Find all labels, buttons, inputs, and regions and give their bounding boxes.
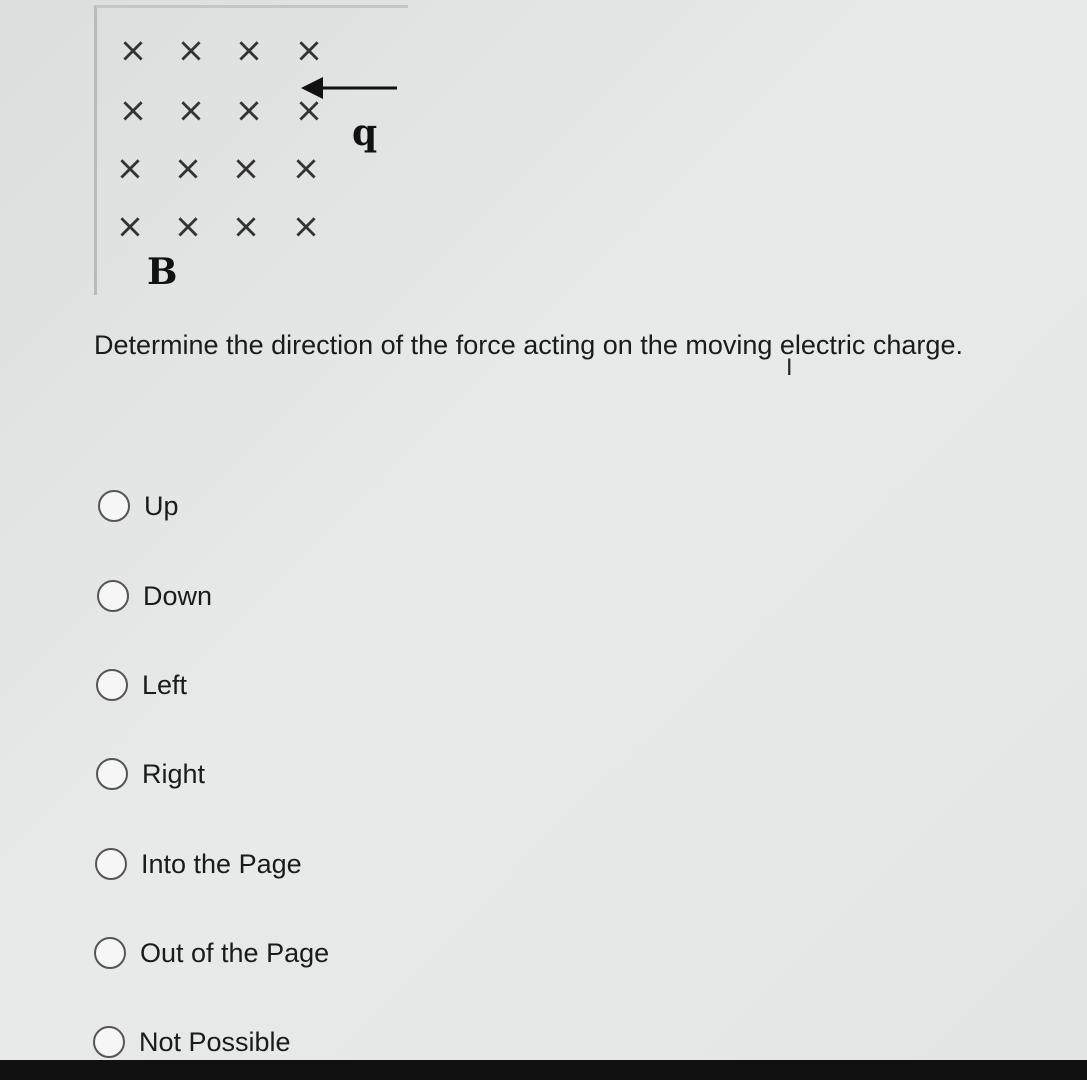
magnetic-field-diagram: × × × × × × × × × × × × × × × × q B xyxy=(94,5,408,295)
option-not-possible[interactable]: Not Possible xyxy=(93,1026,291,1058)
option-label: Right xyxy=(142,758,206,789)
field-cross: × xyxy=(174,207,203,247)
radio-button[interactable] xyxy=(93,1026,125,1058)
radio-button[interactable] xyxy=(94,937,126,969)
option-left[interactable]: Left xyxy=(96,669,187,701)
field-cross: × xyxy=(235,31,264,71)
option-label: Left xyxy=(142,669,188,700)
field-cross: × xyxy=(295,31,324,71)
option-up[interactable]: Up xyxy=(98,490,179,522)
field-cross: × xyxy=(174,149,203,189)
option-label: Up xyxy=(144,490,179,521)
field-label: B xyxy=(147,251,177,293)
field-cross: × xyxy=(232,207,261,247)
screen-bezel xyxy=(0,1060,1087,1080)
radio-button[interactable] xyxy=(98,490,130,522)
option-label: Out of the Page xyxy=(140,937,330,968)
option-out-of-the-page[interactable]: Out of the Page xyxy=(94,937,329,969)
radio-button[interactable] xyxy=(95,848,127,880)
option-right[interactable]: Right xyxy=(96,758,205,790)
option-label: Not Possible xyxy=(139,1026,291,1057)
field-cross: × xyxy=(235,91,264,131)
field-cross: × xyxy=(292,207,321,247)
field-cross: × xyxy=(119,31,148,71)
field-cross: × xyxy=(116,149,145,189)
question-text: Determine the direction of the force act… xyxy=(94,330,963,360)
radio-button[interactable] xyxy=(96,758,128,790)
option-label: Into the Page xyxy=(141,848,302,879)
field-cross: × xyxy=(119,91,148,131)
field-crosses: × × × ×× × × ×× × × ×× × × × xyxy=(116,31,324,247)
option-down[interactable]: Down xyxy=(97,580,212,612)
field-cross: × xyxy=(177,31,206,71)
field-cross: × xyxy=(292,149,321,189)
radio-button[interactable] xyxy=(97,580,129,612)
option-into-the-page[interactable]: Into the Page xyxy=(95,848,302,880)
radio-button[interactable] xyxy=(96,669,128,701)
field-cross: × xyxy=(232,149,261,189)
text-cursor-icon: I xyxy=(786,356,793,381)
diagram-svg: × × × ×× × × ×× × × ×× × × × q B xyxy=(116,31,397,293)
charge-label: q xyxy=(352,112,377,154)
field-cross: × xyxy=(177,91,206,131)
option-label: Down xyxy=(143,580,213,611)
field-cross: × xyxy=(116,207,145,247)
